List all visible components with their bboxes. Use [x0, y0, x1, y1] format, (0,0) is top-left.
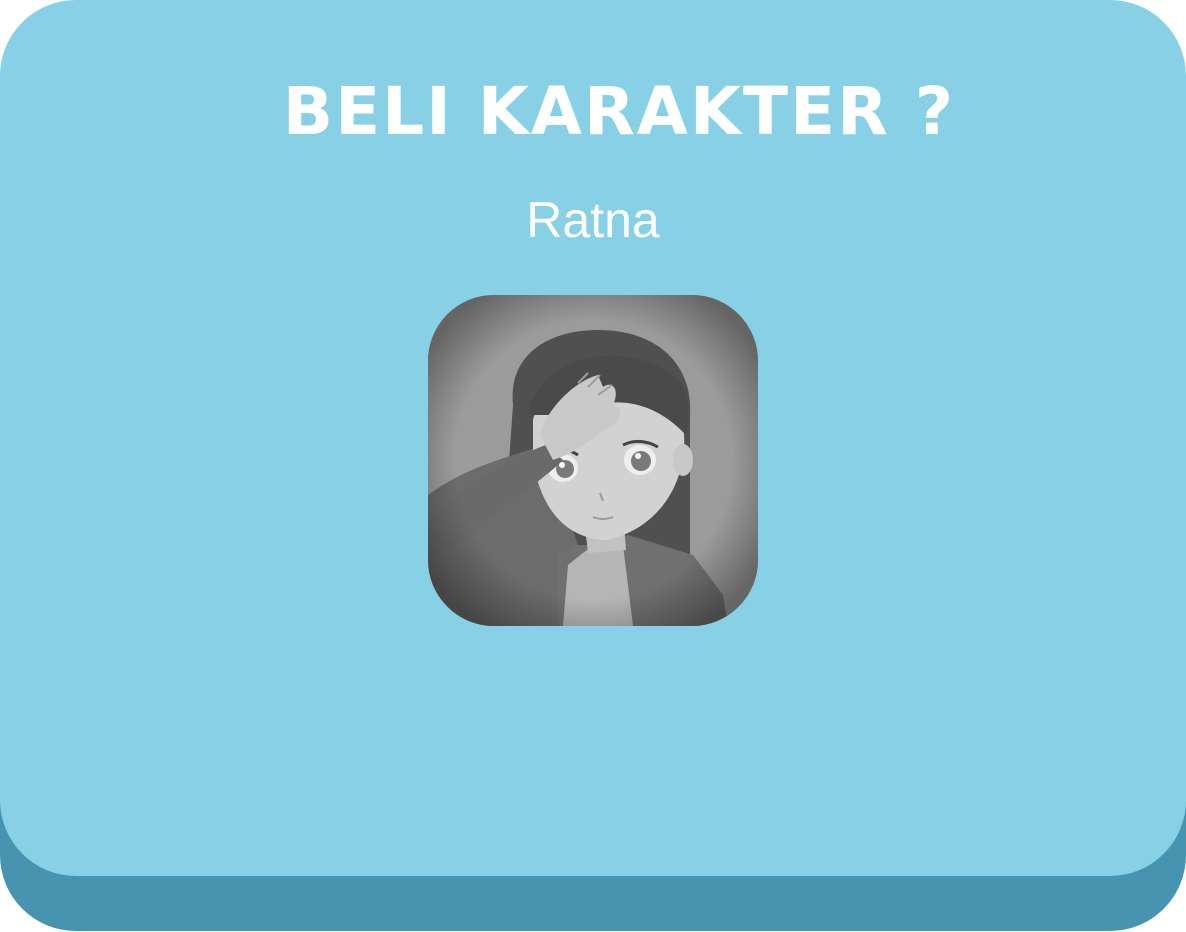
- character-portrait-button[interactable]: [428, 295, 758, 626]
- character-portrait-icon: [428, 295, 758, 626]
- buy-character-dialog: BELI KARAKTER ? Ratna: [0, 0, 1186, 932]
- character-name: Ratna: [526, 192, 660, 248]
- dialog-title: BELI KARAKTER ?: [282, 73, 956, 150]
